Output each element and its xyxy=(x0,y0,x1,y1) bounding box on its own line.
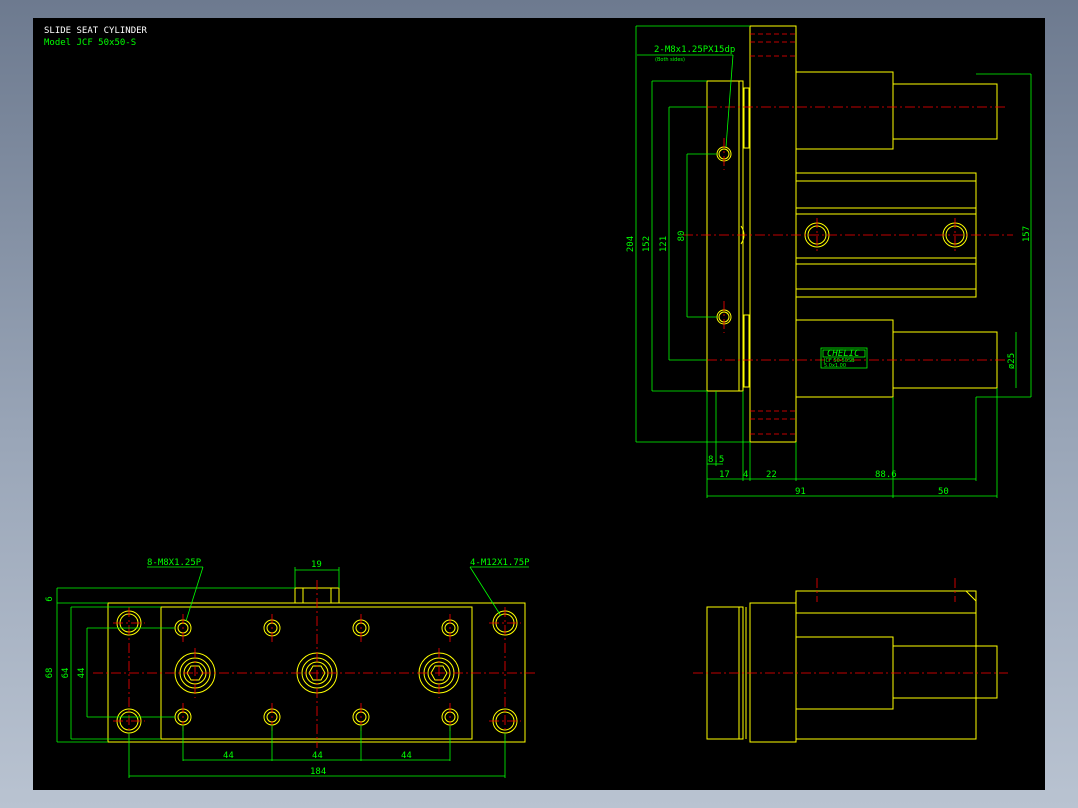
svg-text:44: 44 xyxy=(77,668,87,679)
svg-text:88.6: 88.6 xyxy=(875,470,897,480)
side-body xyxy=(749,25,797,443)
svg-text:80: 80 xyxy=(677,231,687,242)
svg-text:204: 204 xyxy=(626,236,636,252)
svg-text:157: 157 xyxy=(1022,226,1032,242)
top-barrel-upper xyxy=(795,590,977,614)
top-barrel xyxy=(795,612,977,740)
svg-text:8.5: 8.5 xyxy=(708,455,724,465)
svg-text:68: 68 xyxy=(45,668,55,679)
svg-text:ø25: ø25 xyxy=(1007,353,1017,369)
upper-guide-rod xyxy=(892,83,998,140)
svg-text:19: 19 xyxy=(311,560,322,570)
model-label: Model JCF 50x50-S xyxy=(44,38,136,48)
svg-text:17: 17 xyxy=(719,470,730,480)
front-large-tap-callout: 4-M12X1.75P xyxy=(470,558,530,568)
svg-text:5.0x1.00: 5.0x1.00 xyxy=(824,363,846,369)
upper-guide-housing xyxy=(795,71,894,150)
svg-text:(Both sides): (Both sides) xyxy=(655,57,685,63)
side-view: CHELIC JCF 50-50SB 5.0x1.00 204 152 121 … xyxy=(626,25,1032,498)
front-view: 8-M8X1.25P 4-M12X1.75P 19 6 68 64 44 44 … xyxy=(45,558,538,778)
svg-text:44: 44 xyxy=(312,751,323,761)
title-block: SLIDE SEAT CYLINDER Model JCF 50x50-S xyxy=(44,26,148,48)
top-rod xyxy=(892,645,998,699)
svg-text:44: 44 xyxy=(223,751,234,761)
svg-text:44: 44 xyxy=(401,751,412,761)
svg-text:4: 4 xyxy=(743,470,748,480)
svg-text:121: 121 xyxy=(659,236,669,252)
front-small-tap-callout: 8-M8X1.25P xyxy=(147,558,202,568)
cad-drawing-viewport[interactable]: SLIDE SEAT CYLINDER Model JCF 50x50-S CH… xyxy=(33,18,1045,790)
front-base-plate xyxy=(107,602,526,743)
svg-text:184: 184 xyxy=(310,767,326,777)
svg-text:91: 91 xyxy=(795,487,806,497)
svg-text:152: 152 xyxy=(642,236,652,252)
top-body xyxy=(749,602,797,743)
svg-text:50: 50 xyxy=(938,487,949,497)
svg-text:22: 22 xyxy=(766,470,777,480)
side-tap-callout: 2-M8x1.25PX15dp xyxy=(654,45,735,55)
cad-drawing: SLIDE SEAT CYLINDER Model JCF 50x50-S CH… xyxy=(44,25,1032,778)
svg-text:6: 6 xyxy=(45,596,55,601)
side-flange xyxy=(706,80,744,392)
svg-text:64: 64 xyxy=(61,668,71,679)
drawing-title: SLIDE SEAT CYLINDER xyxy=(44,26,148,36)
top-view xyxy=(693,578,1008,743)
